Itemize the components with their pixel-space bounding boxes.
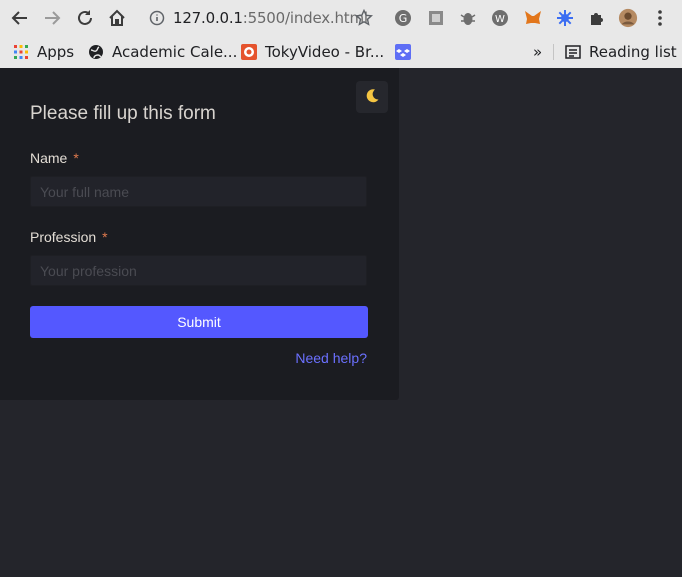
submit-button[interactable]: Submit <box>30 306 368 338</box>
image-extension-icon[interactable] <box>426 8 446 28</box>
reading-list-button[interactable]: Reading list <box>565 42 677 62</box>
form-panel: Please fill up this form Name * Professio… <box>0 68 399 400</box>
apps-grid-icon <box>13 44 29 60</box>
tokyvideo-icon <box>241 44 257 60</box>
bookmarks-divider <box>553 44 554 60</box>
reading-list-icon <box>565 44 581 60</box>
name-input[interactable] <box>30 176 367 207</box>
dropbox-icon <box>395 44 411 60</box>
extensions-puzzle-icon[interactable] <box>587 8 607 28</box>
bookmarks-overflow-button[interactable]: » <box>533 42 542 62</box>
bookmarks-bar: Apps Academic Cale... TokyVideo - Br... … <box>0 36 682 68</box>
bookmark-label: Academic Cale... <box>112 43 238 61</box>
form-title: Please fill up this form <box>30 103 216 124</box>
required-asterisk: * <box>102 229 108 245</box>
required-asterisk: * <box>73 150 79 166</box>
star-bookmark-icon[interactable] <box>354 8 374 28</box>
name-label-text: Name <box>30 150 68 166</box>
bookmark-apps[interactable]: Apps <box>13 42 74 62</box>
page-viewport: Please fill up this form Name * Professio… <box>0 68 682 577</box>
need-help-link[interactable]: Need help? <box>295 350 367 366</box>
profession-input[interactable] <box>30 255 367 286</box>
bug-extension-icon[interactable] <box>458 8 478 28</box>
bookmark-tokyvideo[interactable]: TokyVideo - Br... <box>241 42 384 62</box>
grammarly-extension-icon[interactable]: G <box>393 8 413 28</box>
bookmark-label: Apps <box>37 43 75 61</box>
bookmark-dropbox[interactable] <box>395 42 419 62</box>
profile-avatar-icon[interactable] <box>618 8 638 28</box>
profession-label: Profession * <box>30 229 108 245</box>
back-arrow-icon[interactable] <box>10 8 30 28</box>
bookmark-academic-calendar[interactable]: Academic Cale... <box>88 42 237 62</box>
home-icon[interactable] <box>107 8 127 28</box>
browser-toolbar: 127.0.0.1:5500/index.html G W <box>0 0 682 36</box>
name-label: Name * <box>30 150 79 166</box>
reload-icon[interactable] <box>75 8 95 28</box>
gear-flower-extension-icon[interactable] <box>555 8 575 28</box>
reading-list-label: Reading list <box>589 43 677 61</box>
kebab-menu-icon[interactable] <box>650 8 670 28</box>
profession-label-text: Profession <box>30 229 97 245</box>
metamask-fox-icon[interactable] <box>523 8 543 28</box>
svg-text:W: W <box>495 14 505 25</box>
forward-arrow-icon[interactable] <box>42 8 62 28</box>
bookmark-label: TokyVideo - Br... <box>265 43 385 61</box>
wappalyzer-extension-icon[interactable]: W <box>490 8 510 28</box>
globe-icon <box>88 44 104 60</box>
address-bar[interactable]: 127.0.0.1:5500/index.html <box>173 8 368 28</box>
moon-icon <box>364 88 380 107</box>
theme-toggle-button[interactable] <box>356 81 388 113</box>
site-info-icon[interactable] <box>147 8 167 28</box>
svg-text:G: G <box>399 12 408 25</box>
